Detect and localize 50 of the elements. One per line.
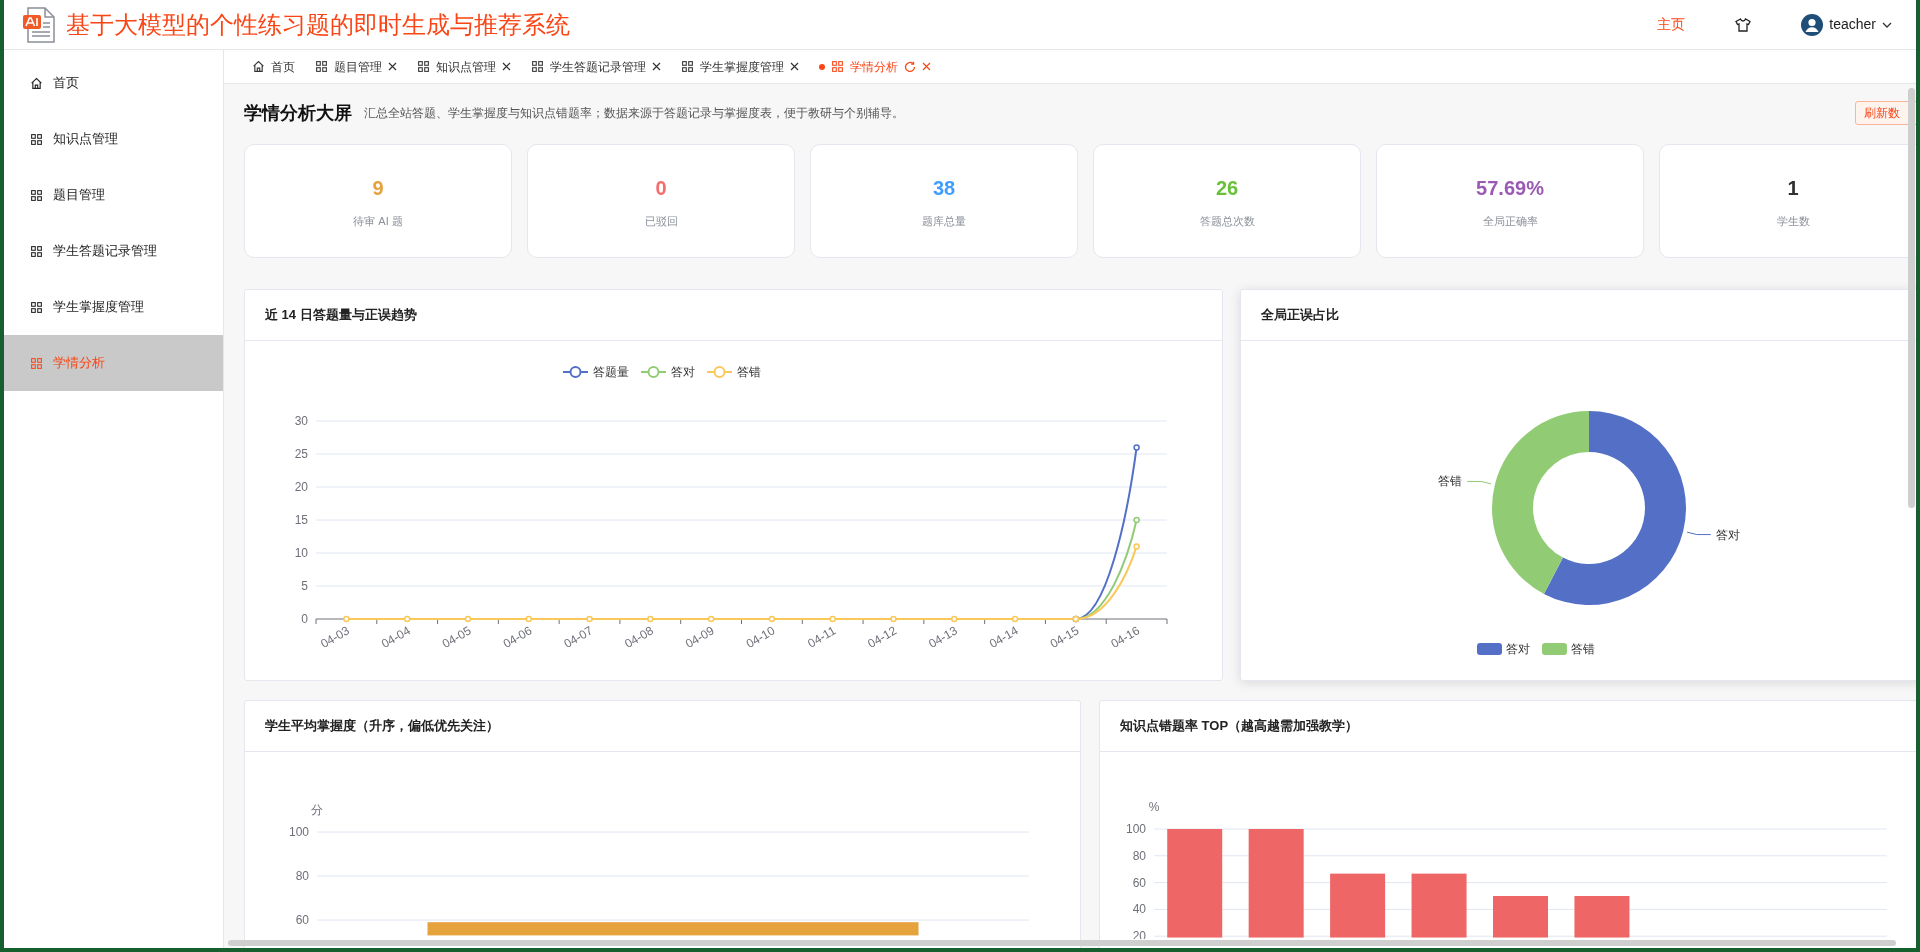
legend-label: 答对 <box>1506 642 1530 656</box>
axis-unit-label: % <box>1148 800 1160 814</box>
axis-label: 10 <box>294 546 308 560</box>
axis-label: 30 <box>294 414 308 428</box>
axis-label: 04-08 <box>622 623 656 651</box>
slice-label: 答错 <box>1438 474 1463 489</box>
axis-label: 100 <box>288 825 309 839</box>
legend-label: 答题量 <box>593 365 629 379</box>
stat-label: 已驳回 <box>644 213 678 229</box>
stat-value: 0 <box>655 175 667 201</box>
stat-label: 学生数 <box>1776 213 1810 229</box>
slice-label: 答对 <box>1715 527 1740 542</box>
stat-value: 1 <box>1787 175 1799 201</box>
stat-value: 57.69% <box>1476 175 1544 201</box>
axis-label: 15 <box>294 513 308 527</box>
legend-label: 答错 <box>1571 642 1595 656</box>
card-title: 知识点错题率 TOP（越高越需加强教学） <box>1120 717 1359 736</box>
axis-label: 40 <box>1132 902 1146 917</box>
axis-label: 60 <box>1132 875 1146 890</box>
axis-label: 60 <box>295 913 309 927</box>
axis-label: 04-16 <box>1108 623 1143 651</box>
axis-label: 04-11 <box>805 623 839 651</box>
card-title: 学生平均掌握度（升序，偏低优先关注） <box>265 717 499 736</box>
page-title: 学情分析大屏 <box>244 101 352 125</box>
app-title: 基于大模型的个性练习题的即时生成与推荐系统 <box>66 12 570 37</box>
card-title: 全局正误占比 <box>1261 306 1339 325</box>
stat-value: 9 <box>372 175 384 201</box>
card-title: 近 14 日答题量与正误趋势 <box>265 306 417 325</box>
stat-label: 全局正确率 <box>1482 213 1538 229</box>
page-description: 汇总全站答题、学生掌握度与知识点错题率；数据来源于答题记录与掌握度表，便于教研与个别辅导。 <box>364 105 904 122</box>
stat-label: 答题总次数 <box>1199 213 1255 229</box>
axis-label: 5 <box>301 579 308 593</box>
stat-value: 38 <box>932 175 956 201</box>
axis-label: 04-10 <box>743 623 778 651</box>
axis-label: 04-09 <box>683 623 717 651</box>
stat-label: 待审 AI 题 <box>353 213 403 229</box>
legend-label: 答错 <box>737 365 761 379</box>
axis-label: 100 <box>1125 822 1146 836</box>
axis-label: 80 <box>1132 848 1146 863</box>
stat-label: 题库总量 <box>922 213 966 229</box>
axis-label: 80 <box>295 869 309 883</box>
axis-label: 04-12 <box>865 623 899 651</box>
legend-label: 答对 <box>671 365 695 379</box>
axis-label: 20 <box>294 480 308 494</box>
axis-label: 04-03 <box>318 623 352 651</box>
axis-label: 04-13 <box>926 623 960 651</box>
axis-label: 0 <box>301 612 308 626</box>
axis-unit-label: 分 <box>311 803 323 817</box>
axis-label: 25 <box>294 447 308 461</box>
stat-value: 26 <box>1215 175 1239 201</box>
